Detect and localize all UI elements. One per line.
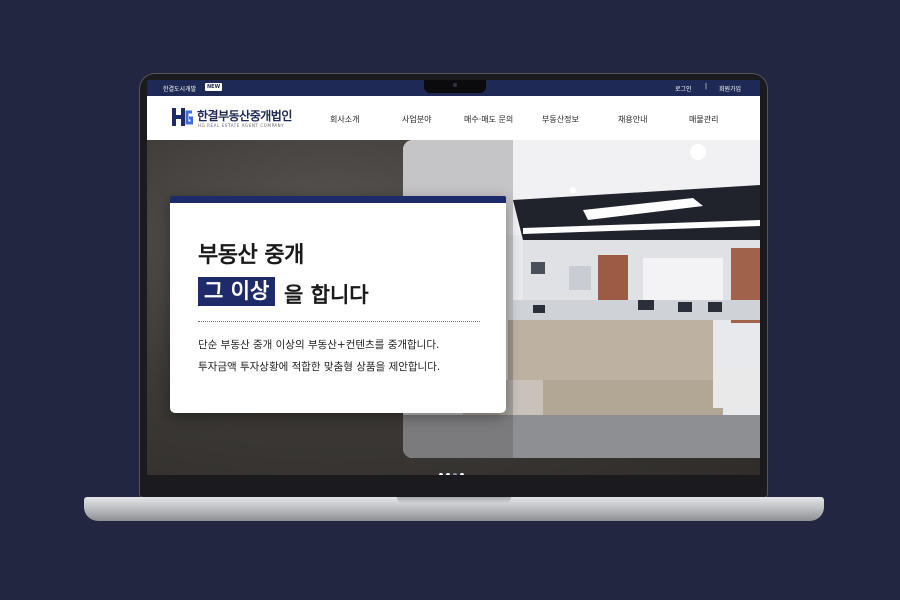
- slide-dot-4[interactable]: [460, 473, 464, 475]
- hero-headline-line2: 을 합니다: [284, 283, 369, 307]
- main-navigation: 한결부동산중개법인 HG REAL ESTATE AGENT COMPANY 회…: [147, 96, 760, 141]
- laptop-opening-groove: [397, 497, 511, 503]
- new-badge: NEW: [205, 83, 223, 91]
- hero-description-2: 투자금액 투자상황에 적합한 맞춤형 상품을 제안합니다.: [198, 361, 441, 373]
- topbar-separator: |: [705, 83, 708, 90]
- website-screen: 한결도시개발 NEW 로그인 | 회원가입 한결부동산중개법인 HG REAL …: [147, 80, 760, 475]
- slider-pagination: [439, 462, 467, 475]
- nav-item-realestate-info[interactable]: 부동산정보: [542, 114, 579, 125]
- hero-highlight-text: 그 이상: [198, 277, 276, 306]
- nav-item-inquiry[interactable]: 매수·매도 문의: [464, 114, 513, 125]
- hero-banner: 부동산 중개 그 이상 을 합니다 단순 부동산 중개 이상의 부동산+컨텐츠를…: [147, 140, 760, 475]
- dotted-divider: [198, 321, 480, 322]
- hero-headline-line1: 부동산 중개: [198, 243, 304, 268]
- hero-message-card: 부동산 중개 그 이상 을 합니다 단순 부동산 중개 이상의 부동산+컨텐츠를…: [170, 196, 506, 413]
- nav-item-careers[interactable]: 채용안내: [618, 114, 647, 125]
- nav-item-about[interactable]: 회사소개: [330, 114, 359, 125]
- company-logo-icon[interactable]: [171, 106, 193, 128]
- company-subtitle: HG REAL ESTATE AGENT COMPANY: [198, 123, 285, 128]
- family-site-link[interactable]: 한결도시개발: [163, 84, 196, 93]
- company-name[interactable]: 한결부동산중개법인: [197, 107, 292, 124]
- hero-description-1: 단순 부동산 중개 이상의 부동산+컨텐츠를 중개합니다.: [198, 339, 440, 351]
- slide-dot-1[interactable]: [439, 473, 443, 475]
- login-link[interactable]: 로그인: [675, 84, 692, 93]
- laptop-base: [84, 497, 824, 521]
- nav-item-business[interactable]: 사업분야: [402, 114, 431, 125]
- slide-dot-2[interactable]: [446, 473, 450, 475]
- camera-icon: [453, 83, 457, 87]
- slide-dot-3[interactable]: [453, 473, 457, 475]
- camera-notch: [424, 80, 486, 93]
- signup-link[interactable]: 회원가입: [719, 84, 741, 93]
- nav-item-listings[interactable]: 매물관리: [689, 114, 718, 125]
